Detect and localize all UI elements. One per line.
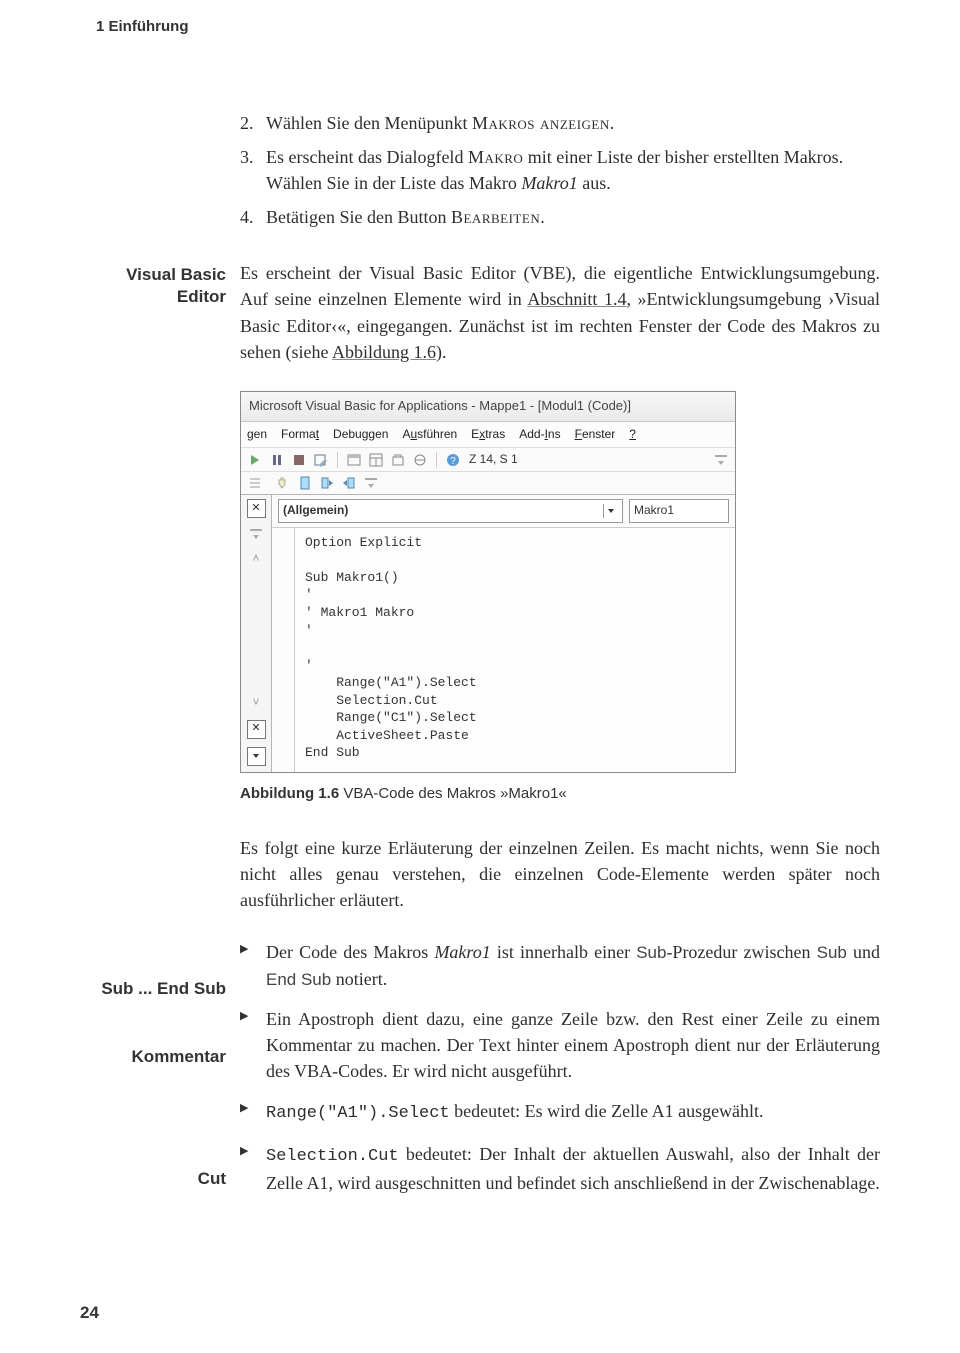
scroll-up-icon[interactable]: ˄: [252, 550, 259, 567]
menu-extras[interactable]: Extras: [471, 426, 505, 443]
bookmark-prev-icon[interactable]: [341, 475, 357, 491]
vbe-left-dock: ✕ ˄ ˅ ✕: [241, 495, 272, 772]
dropdown-pane-icon[interactable]: [247, 747, 266, 766]
vbe-window: Microsoft Visual Basic for Applications …: [240, 391, 736, 773]
vbe-toolbar: ? Z 14, S 1: [241, 448, 735, 472]
caption-text: VBA-Code des Makros »Makro1«: [339, 785, 567, 802]
followup-paragraph: Es folgt eine kurze Erläuterung der einz…: [240, 835, 880, 913]
close-pane-icon[interactable]: ✕: [247, 499, 266, 518]
menu-fenster[interactable]: Fenster: [575, 426, 616, 443]
menu-ausfuehren[interactable]: Ausführen: [402, 426, 457, 443]
main-column: 2. Wählen Sie den Menüpunkt Makros anzei…: [240, 110, 880, 1196]
bullet-selection-cut: Selection.Cut bedeutet: Der Inhalt der a…: [240, 1141, 880, 1196]
figure-caption: Abbildung 1.6 VBA-Code des Makros »Makro…: [240, 783, 880, 805]
bullet-kommentar: Ein Apostroph dient dazu, eine ganze Zei…: [240, 1006, 880, 1084]
toolbox-icon[interactable]: [390, 452, 406, 468]
step-number: 2.: [240, 110, 254, 136]
vbe-menubar: gen Format Debuggen Ausführen Extras Add…: [241, 422, 735, 448]
menu-format[interactable]: Format: [281, 426, 319, 443]
bullet-sub-endsub: Der Code des Makros Makro1 ist innerhalb…: [240, 939, 880, 992]
step-text: Es erscheint das Dialogfeld Makro mit ei…: [266, 147, 843, 193]
bullet-list: Der Code des Makros Makro1 ist innerhalb…: [240, 939, 880, 1196]
object-combo-value: (Allgemein): [283, 502, 348, 519]
object-browser-icon[interactable]: [412, 452, 428, 468]
bookmark-next-icon[interactable]: [319, 475, 335, 491]
close-pane2-icon[interactable]: ✕: [247, 720, 266, 739]
running-head: 1 Einführung: [96, 18, 189, 35]
object-combo[interactable]: (Allgemein): [278, 499, 623, 522]
numbered-steps: 2. Wählen Sie den Menüpunkt Makros anzei…: [240, 110, 880, 230]
page: 1 Einführung Visual Basic Editor Sub ...…: [0, 0, 960, 1353]
bullet-range-select: Range("A1").Select bedeutet: Es wird die…: [240, 1098, 880, 1127]
project-explorer-icon[interactable]: [346, 452, 362, 468]
svg-text:?: ?: [450, 456, 456, 467]
menu-debuggen[interactable]: Debuggen: [333, 426, 388, 443]
pause-icon[interactable]: [269, 452, 285, 468]
margin-note-vbe: Visual Basic Editor: [86, 264, 226, 308]
indent-icon[interactable]: [247, 475, 263, 491]
chevron-down-icon[interactable]: [603, 504, 618, 518]
vbe-titlebar: Microsoft Visual Basic for Applications …: [241, 392, 735, 422]
vbe-toolbar-secondary: [241, 472, 735, 495]
menu-help[interactable]: ?: [629, 426, 636, 443]
procedure-combo-value: Makro1: [634, 502, 674, 519]
toolbar-overflow-icon[interactable]: [713, 452, 729, 468]
bookmark-toggle-icon[interactable]: [297, 475, 313, 491]
step-text: Betätigen Sie den Button Bearbeiten.: [266, 207, 545, 227]
page-number: 24: [80, 1303, 99, 1323]
stop-icon[interactable]: [291, 452, 307, 468]
help-icon[interactable]: ?: [445, 452, 461, 468]
hand-icon[interactable]: [275, 475, 291, 491]
menu-gen[interactable]: gen: [247, 426, 267, 443]
properties-icon[interactable]: [368, 452, 384, 468]
step-number: 3.: [240, 144, 254, 170]
toolbar2-overflow-icon[interactable]: [363, 475, 379, 491]
caption-label: Abbildung 1.6: [240, 785, 339, 802]
margin-note-cut: Cut: [86, 1168, 226, 1190]
margin-note-sub: Sub ... End Sub: [86, 978, 226, 1000]
margin-note-kommentar: Kommentar: [86, 1046, 226, 1068]
scroll-down-icon[interactable]: ˅: [252, 694, 259, 711]
step-4: 4. Betätigen Sie den Button Bearbeiten.: [240, 204, 880, 230]
intro-paragraph: Es erscheint der Visual Basic Editor (VB…: [240, 260, 880, 364]
vbe-code-pane: (Allgemein) Makro1 Option Explicit Sub M…: [272, 495, 735, 772]
play-icon[interactable]: [247, 452, 263, 468]
design-mode-icon[interactable]: [313, 452, 329, 468]
vbe-code-text[interactable]: Option Explicit Sub Makro1() ' ' Makro1 …: [295, 528, 487, 772]
step-number: 4.: [240, 204, 254, 230]
step-2: 2. Wählen Sie den Menüpunkt Makros anzei…: [240, 110, 880, 136]
dock-overflow-icon[interactable]: [248, 526, 264, 542]
step-3: 3. Es erscheint das Dialogfeld Makro mit…: [240, 144, 880, 196]
menu-addins[interactable]: Add-Ins: [519, 426, 560, 443]
code-gutter: [272, 528, 295, 772]
step-text: Wählen Sie den Menüpunkt Makros anzeigen…: [266, 113, 614, 133]
procedure-combo[interactable]: Makro1: [629, 499, 729, 522]
cursor-position: Z 14, S 1: [469, 451, 518, 468]
